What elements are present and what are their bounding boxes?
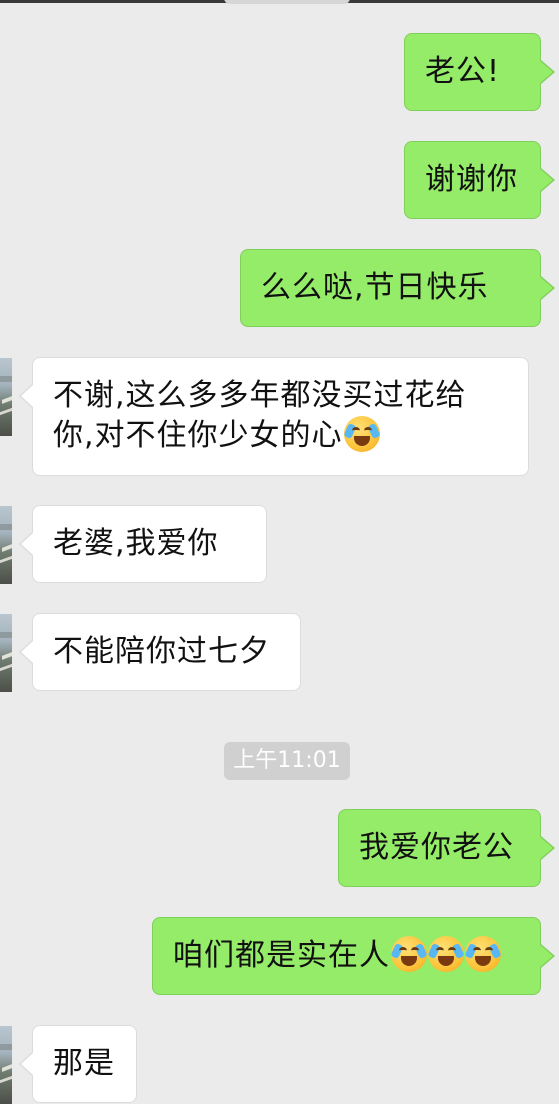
outgoing-message-bubble[interactable]: 么么哒,节日快乐 (240, 249, 555, 327)
previous-timestamp-badge (224, 0, 350, 4)
incoming-message-bubble[interactable]: 不谢,这么多多年都没买过花给你,对不住你少女的心 (19, 357, 529, 476)
message-text: 老公! (425, 54, 501, 89)
message-text: 咱们都是实在人 (173, 938, 390, 973)
outgoing-message-bubble[interactable]: 咱们都是实在人 (152, 917, 555, 995)
message-text: 那是 (53, 1046, 115, 1081)
outgoing-message-bubble[interactable]: 老公! (404, 33, 555, 111)
incoming-message-bubble[interactable]: 那是 (19, 1025, 137, 1103)
contact-avatar[interactable] (0, 1026, 12, 1104)
loudly-crying-face-icon (342, 416, 381, 452)
outgoing-message-bubble[interactable]: 我爱你老公 (338, 809, 555, 887)
contact-avatar[interactable] (0, 506, 12, 584)
loudly-crying-face-icon (464, 936, 502, 972)
contact-avatar[interactable] (0, 614, 12, 692)
message-text: 么么哒,节日快乐 (261, 270, 489, 305)
loudly-crying-face-icon (427, 936, 465, 972)
message-text: 谢谢你 (425, 162, 518, 197)
message-text: 我爱你老公 (359, 830, 514, 865)
contact-avatar[interactable] (0, 358, 12, 436)
loudly-crying-face-icon (390, 936, 428, 972)
message-text: 不谢,这么多多年都没买过花给你,对不住你少女的心 (53, 378, 467, 453)
timestamp-badge: 上午11:01 (224, 742, 350, 780)
outgoing-message-bubble[interactable]: 谢谢你 (404, 141, 555, 219)
incoming-message-bubble[interactable]: 不能陪你过七夕 (19, 613, 301, 691)
message-text: 老婆,我爱你 (53, 526, 219, 561)
message-text: 不能陪你过七夕 (53, 634, 270, 669)
incoming-message-bubble[interactable]: 老婆,我爱你 (19, 505, 267, 583)
